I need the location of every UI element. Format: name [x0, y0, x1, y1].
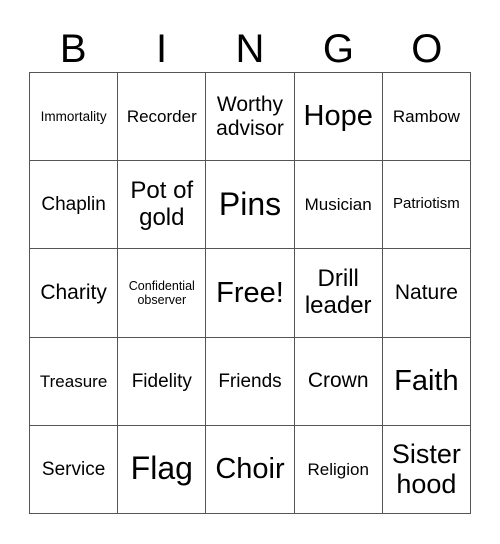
bingo-cell[interactable]: Fidelity	[118, 337, 207, 426]
bingo-cell[interactable]: Charity	[30, 249, 119, 338]
bingo-cell[interactable]: Patriotism	[382, 161, 471, 250]
bingo-cell[interactable]: Flag	[118, 425, 207, 514]
header-letter-b: B	[59, 27, 87, 71]
bingo-cell[interactable]: Service	[30, 425, 119, 514]
bingo-header: B I N G O	[29, 26, 471, 72]
bingo-cell[interactable]: Chaplin	[30, 161, 119, 250]
bingo-cell[interactable]: Pins	[206, 161, 295, 250]
bingo-cell[interactable]: Treasure	[30, 337, 119, 426]
bingo-card: Immortality Recorder Worthy advisor Hope…	[29, 72, 471, 514]
bingo-cell[interactable]: Worthy advisor	[206, 73, 295, 162]
header-letter-n: N	[235, 27, 265, 71]
header-letter-g: G	[322, 27, 354, 71]
header-letter-i: I	[156, 27, 168, 71]
bingo-cell[interactable]: Nature	[382, 249, 471, 338]
bingo-cell[interactable]: Drill leader	[294, 249, 383, 338]
bingo-cell[interactable]: Choir	[206, 425, 295, 514]
bingo-cell[interactable]: Recorder	[118, 73, 207, 162]
bingo-cell[interactable]: Pot of gold	[118, 161, 207, 250]
bingo-cell[interactable]: Immortality	[30, 73, 119, 162]
bingo-cell[interactable]: Sister hood	[382, 425, 471, 514]
header-letter-o: O	[411, 27, 443, 71]
bingo-cell[interactable]: Musician	[294, 161, 383, 250]
bingo-cell[interactable]: Faith	[382, 337, 471, 426]
bingo-cell[interactable]: Rambow	[382, 73, 471, 162]
bingo-cell[interactable]: Confidential observer	[118, 249, 207, 338]
bingo-cell[interactable]: Crown	[294, 337, 383, 426]
bingo-cell[interactable]: Religion	[294, 425, 383, 514]
free-space-cell[interactable]: Free!	[206, 249, 295, 338]
bingo-cell[interactable]: Friends	[206, 337, 295, 426]
bingo-cell[interactable]: Hope	[294, 73, 383, 162]
